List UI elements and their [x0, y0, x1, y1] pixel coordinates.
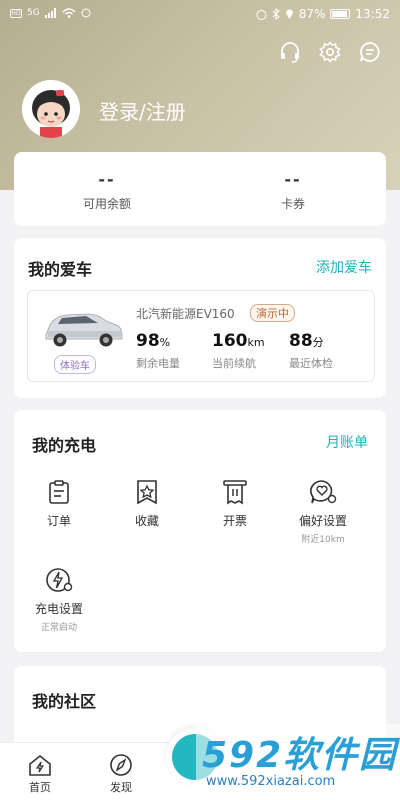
order-icon	[49, 480, 69, 504]
bluetooth-icon	[272, 8, 280, 20]
headset-icon[interactable]	[278, 40, 302, 64]
preference-settings-sub: 附近10km	[301, 535, 345, 545]
charging-settings-button[interactable]: 充电设置 正常启动	[14, 566, 104, 633]
available-balance-label: 可用余额	[82, 197, 131, 211]
preference-settings-label: 偏好设置	[298, 514, 347, 528]
favorites-label: 收藏	[134, 514, 159, 528]
charging-settings-label: 充电设置	[34, 602, 83, 616]
checkup-stat-label: 最近体检	[289, 357, 333, 370]
battery-stat-value: 98	[136, 331, 160, 351]
checkup-stat-value: 88	[289, 331, 313, 351]
favorites-button[interactable]: 收藏	[102, 478, 192, 529]
car-model-name: 北汽新能源EV160	[136, 307, 235, 321]
preference-settings-button[interactable]: 偏好设置 附近10km	[278, 478, 368, 545]
range-stat: 160km 当前续航	[212, 331, 265, 371]
clock: 13:52	[355, 7, 390, 21]
charge-settings-icon	[46, 568, 73, 592]
range-stat-label: 当前续航	[212, 357, 256, 370]
battery-stat-label: 剩余电量	[136, 357, 180, 370]
my-car-title: 我的爱车	[28, 260, 93, 279]
nav-home-label: 首页	[29, 781, 51, 794]
watermark-logo: 592软件园	[202, 735, 398, 776]
battery-percent: 87%	[298, 7, 326, 21]
my-community-title: 我的社区	[32, 692, 97, 711]
checkup-stat-unit: 分	[312, 336, 324, 349]
wifi-icon	[62, 8, 76, 18]
location-icon	[81, 8, 91, 18]
heart-chat-icon	[310, 480, 337, 504]
hd-icon: HD	[10, 8, 22, 18]
range-stat-value: 160	[212, 331, 248, 351]
invoice-icon	[223, 480, 247, 505]
battery-icon	[330, 9, 351, 19]
gear-icon[interactable]	[318, 40, 342, 64]
status-bar: HD 5G 87% 13:52	[0, 0, 400, 30]
watermark: 592软件园 www.592xiazai.com	[196, 724, 400, 800]
coupon-value: --	[284, 170, 302, 189]
nav-home[interactable]: 首页	[15, 753, 65, 795]
nav-discover[interactable]: 发现	[96, 753, 146, 795]
add-car-link[interactable]: 添加爱车	[316, 257, 372, 277]
message-icon[interactable]	[358, 40, 382, 64]
available-balance-value: --	[98, 170, 116, 189]
balance-card: -- 可用余额 -- 卡券	[14, 152, 386, 226]
orders-button[interactable]: 订单	[14, 478, 104, 529]
invoice-label: 开票	[222, 514, 247, 528]
watermark-url: www.592xiazai.com	[206, 774, 336, 789]
battery-stat-unit: %	[159, 336, 171, 349]
nav-discover-label: 发现	[110, 781, 132, 794]
charging-settings-sub: 正常启动	[40, 623, 77, 633]
car-item[interactable]: 体验车 北汽新能源EV160 演示中 98% 剩余电量 160km 当前续航 8…	[27, 290, 375, 382]
available-balance[interactable]: -- 可用余额	[14, 170, 200, 212]
monthly-bill-link[interactable]: 月账单	[326, 432, 368, 452]
bookmark-star-icon	[137, 480, 157, 505]
coupon[interactable]: -- 卡券	[200, 170, 386, 212]
trial-car-badge: 体验车	[54, 355, 96, 374]
my-charging-title: 我的充电	[32, 436, 97, 455]
signal-icon: 5G	[27, 8, 40, 18]
login-register-link[interactable]: 登录/注册	[99, 96, 186, 125]
location-pin-icon	[285, 9, 293, 19]
car-image	[45, 313, 123, 347]
alarm-icon	[256, 9, 267, 20]
my-charging-card: 我的充电 月账单 订单 收藏 开票 偏好设置 附近10km 充电设置 正常启动	[14, 410, 386, 652]
range-stat-unit: km	[247, 336, 265, 349]
orders-label: 订单	[46, 514, 71, 528]
coupon-label: 卡券	[280, 197, 305, 211]
my-car-card: 我的爱车 添加爱车 体验车 北汽新能源EV160 演示中 98% 剩余电量 16…	[14, 238, 386, 398]
home-icon	[29, 754, 51, 776]
demo-status-badge: 演示中	[250, 304, 295, 322]
signal-bars-icon	[44, 8, 56, 18]
avatar[interactable]	[22, 80, 80, 138]
invoice-button[interactable]: 开票	[190, 478, 280, 529]
compass-icon	[110, 754, 132, 776]
checkup-stat: 88分 最近体检	[289, 331, 333, 371]
battery-stat: 98% 剩余电量	[136, 331, 180, 371]
